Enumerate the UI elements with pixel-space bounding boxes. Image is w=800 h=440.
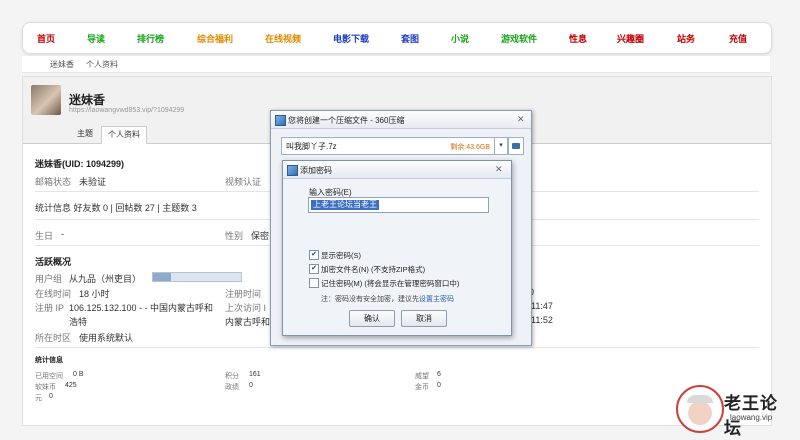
usergroup-progress-fill: [153, 273, 171, 281]
stat-value-merit: 0: [249, 382, 253, 389]
nav-item-ranking[interactable]: 排行榜: [137, 32, 164, 45]
timezone-value: 使用系统默认: [79, 333, 134, 343]
remember-password-checkbox[interactable]: [309, 278, 319, 288]
tab-topics[interactable]: 主题: [71, 126, 99, 142]
archive-path-field[interactable]: 叫我脚丫子.7z 剩余:43.6GB: [281, 137, 495, 155]
stat-value-gold: 0: [437, 382, 441, 389]
password-dialog-title: 添加密码: [300, 166, 332, 175]
password-input[interactable]: 上老王论坛当老王: [308, 197, 489, 213]
stat-value-prestige: 6: [437, 371, 441, 378]
reg-time-label: 注册时间: [225, 289, 262, 299]
online-value: 18 小时: [79, 289, 110, 299]
breadcrumb-user[interactable]: 迷妹香: [50, 59, 74, 70]
chevron-down-icon[interactable]: ▾: [494, 137, 508, 155]
gender-value: 保密: [251, 231, 270, 241]
stat-label-merit: 政绩: [225, 384, 239, 391]
lock-icon: [287, 165, 298, 176]
stat-value-soft-coin: 425: [65, 382, 77, 389]
compress-dialog-title: 您将创建一个压缩文件 - 360压缩: [288, 116, 405, 125]
remember-password-label[interactable]: 记住密码(M) (将会显示在管理密码窗口中): [321, 278, 459, 289]
stat-label-soft-coin: 软妹币: [35, 384, 56, 391]
nav-item-info[interactable]: 性息: [569, 32, 587, 45]
nav-item-guide[interactable]: 导读: [87, 32, 105, 45]
reg-ip-label: 注册 IP: [35, 303, 65, 313]
stat-value-points: 161: [249, 371, 261, 378]
timezone-label: 所在时区: [35, 333, 72, 343]
reg-ip-value: 106.125.132.100 - - 中国内蒙古呼和浩特: [69, 303, 214, 327]
security-note: 注：密码没有安全加密，建议先设置主密码: [321, 294, 454, 304]
password-value: 上老王论坛当老王: [311, 200, 379, 210]
stat-label-space: 已用空间: [35, 373, 63, 380]
show-password-checkbox[interactable]: ✔: [309, 250, 319, 260]
nav-item-site-affairs[interactable]: 站务: [677, 32, 695, 45]
video-auth-label: 视频认证: [225, 177, 262, 187]
top-navigation: 首页 导读 排行榜 综合福利 在线视频 电影下载 套图 小说 游戏软件 性息 兴…: [22, 22, 772, 54]
tab-profile[interactable]: 个人资料: [101, 126, 147, 144]
security-note-text: 注：密码没有安全加密，建议先: [321, 296, 419, 303]
free-space: 剩余:43.6GB: [450, 144, 490, 151]
password-dialog: 添加密码 ✕ 输入密码(E) 上老王论坛当老王 ✔ 显示密码(S) ✔ 加密文件…: [282, 160, 512, 336]
online-label: 在线时间: [35, 289, 72, 299]
email-value: 未验证: [79, 177, 107, 187]
nav-item-novel[interactable]: 小说: [451, 32, 469, 45]
encrypt-filenames-checkbox[interactable]: ✔: [309, 264, 319, 274]
watermark-url: laowang.vip: [730, 413, 773, 422]
group-label: 用户组: [35, 274, 63, 284]
birthday-value: -: [61, 229, 64, 239]
profile-username: 迷妹香: [69, 93, 106, 107]
activity-title: 活跃概况: [35, 257, 72, 267]
stat-value-space: 0 B: [73, 371, 84, 378]
stats-title: 统计信息: [35, 357, 63, 364]
archive-icon: [275, 115, 286, 126]
stat-label-yuan: 元: [35, 395, 42, 402]
stat-label-points: 积分: [225, 373, 239, 380]
nav-item-welfare[interactable]: 综合福利: [197, 32, 233, 45]
close-icon[interactable]: ✕: [495, 164, 503, 175]
set-master-password-link[interactable]: 设置主密码: [419, 296, 454, 303]
divider: [35, 347, 759, 348]
stat-label-gold: 金币: [415, 384, 429, 391]
uid-line: 迷妹香(UID: 1094299): [35, 159, 125, 169]
nav-item-home[interactable]: 首页: [37, 32, 55, 45]
nav-item-games-software[interactable]: 游戏软件: [501, 32, 537, 45]
breadcrumb: 迷妹香 个人资料: [22, 56, 770, 73]
cancel-button[interactable]: 取消: [401, 310, 447, 327]
avatar[interactable]: [31, 85, 61, 115]
archive-path-value: 叫我脚丫子.7z: [286, 142, 337, 151]
time-1: 11:47: [531, 301, 553, 311]
group-value[interactable]: 从九品（州吏目）: [69, 272, 141, 285]
nav-item-movie-download[interactable]: 电影下载: [333, 32, 369, 45]
folder-icon[interactable]: [508, 137, 524, 155]
site-watermark: 老王论坛 laowang.vip: [676, 383, 792, 438]
close-icon[interactable]: ✕: [517, 114, 525, 125]
last-visit-partial: 内蒙古呼和: [225, 317, 271, 327]
breadcrumb-current: 个人资料: [86, 60, 118, 69]
time-2: 11:52: [531, 315, 553, 325]
show-password-label[interactable]: 显示密码(S): [321, 250, 361, 261]
mascot-logo-icon: [676, 385, 724, 433]
ok-button[interactable]: 确认: [349, 310, 395, 327]
usergroup-progress-bar: [152, 272, 242, 282]
password-dialog-titlebar[interactable]: 添加密码 ✕: [283, 161, 511, 179]
nav-item-interest-circle[interactable]: 兴趣圈: [617, 32, 644, 45]
profile-url[interactable]: https://laowangvwd853.vip/?1094299: [69, 107, 184, 114]
stat-value-yuan: 0: [49, 393, 53, 400]
last-visit-label: 上次访问 I: [225, 303, 267, 313]
stats-line: 统计信息 好友数 0 | 回帖数 27 | 主题数 3: [35, 203, 197, 213]
nav-item-recharge[interactable]: 充值: [729, 32, 747, 45]
compress-dialog-titlebar[interactable]: 您将创建一个压缩文件 - 360压缩 ✕: [271, 111, 531, 129]
nav-item-online-video[interactable]: 在线视频: [265, 32, 301, 45]
email-label: 邮箱状态: [35, 177, 72, 187]
gender-label: 性别: [225, 231, 244, 241]
nav-item-gallery[interactable]: 套图: [401, 32, 419, 45]
birthday-label: 生日: [35, 231, 54, 241]
encrypt-filenames-label[interactable]: 加密文件名(N) (不支持ZIP格式): [321, 264, 425, 275]
stat-label-prestige: 威望: [415, 373, 429, 380]
